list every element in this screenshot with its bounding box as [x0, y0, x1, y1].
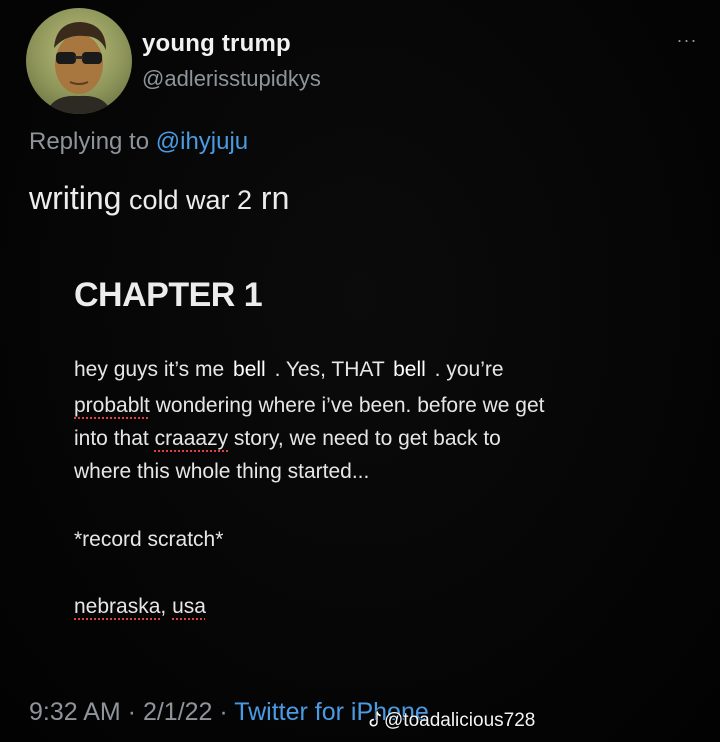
story-line-1: hey guys it’s me bell . Yes, THAT bell .…	[74, 358, 504, 382]
tiktok-watermark: @toadalicious728	[368, 710, 535, 732]
misspelled-word: usa	[172, 595, 206, 618]
chapter-title: CHAPTER 1	[74, 276, 263, 314]
name-patch-1: bell	[233, 358, 266, 381]
story-line-5: *record scratch*	[74, 528, 224, 551]
story-line-3: into that craaazy story, we need to get …	[74, 427, 501, 451]
display-name[interactable]: young trump	[142, 30, 291, 58]
story-l3-a: into that	[74, 427, 155, 450]
story-l6-b: ,	[160, 595, 173, 618]
replying-prefix: Replying to	[29, 128, 150, 155]
tweet-body: writing cold war 2 rn	[29, 180, 289, 217]
reply-mention-link[interactable]: @ihyjuju	[156, 128, 248, 155]
story-line-4: where this whole thing started...	[74, 460, 370, 483]
story-l1-c: . you’re	[434, 358, 504, 381]
user-handle[interactable]: @adlerisstupidkys	[142, 66, 321, 92]
story-l1-b: . Yes, THAT	[274, 358, 391, 381]
tweet-body-rest: cold war 2	[121, 185, 253, 215]
timestamp[interactable]: 9:32 AM · 2/1/22 ·	[29, 698, 234, 726]
avatar-portrait-icon	[46, 22, 112, 114]
tiktok-icon	[368, 710, 382, 728]
story-l2-b: wondering where i’ve been. before we get	[149, 394, 545, 417]
tweet-body-word1: writing	[29, 180, 122, 216]
misspelled-word: probablt	[74, 394, 150, 417]
misspelled-word: craaazy	[154, 427, 229, 450]
tweet-card: young trump @adlerisstupidkys ··· Replyi…	[0, 0, 720, 742]
name-patch-2: bell	[393, 358, 426, 381]
story-l1-a: hey guys it’s me	[74, 358, 231, 381]
watermark-text: @toadalicious728	[384, 710, 536, 731]
story-line-2: probablt wondering where i’ve been. befo…	[74, 394, 544, 418]
more-options-icon[interactable]: ···	[672, 31, 702, 49]
tweet-body-end: rn	[252, 180, 290, 216]
avatar[interactable]	[26, 8, 132, 114]
story-line-6: nebraska, usa	[74, 595, 206, 619]
misspelled-word: nebraska	[74, 595, 161, 618]
story-l3-c: story, we need to get back to	[228, 427, 501, 450]
replying-to-line: Replying to @ihyjuju	[29, 128, 248, 156]
